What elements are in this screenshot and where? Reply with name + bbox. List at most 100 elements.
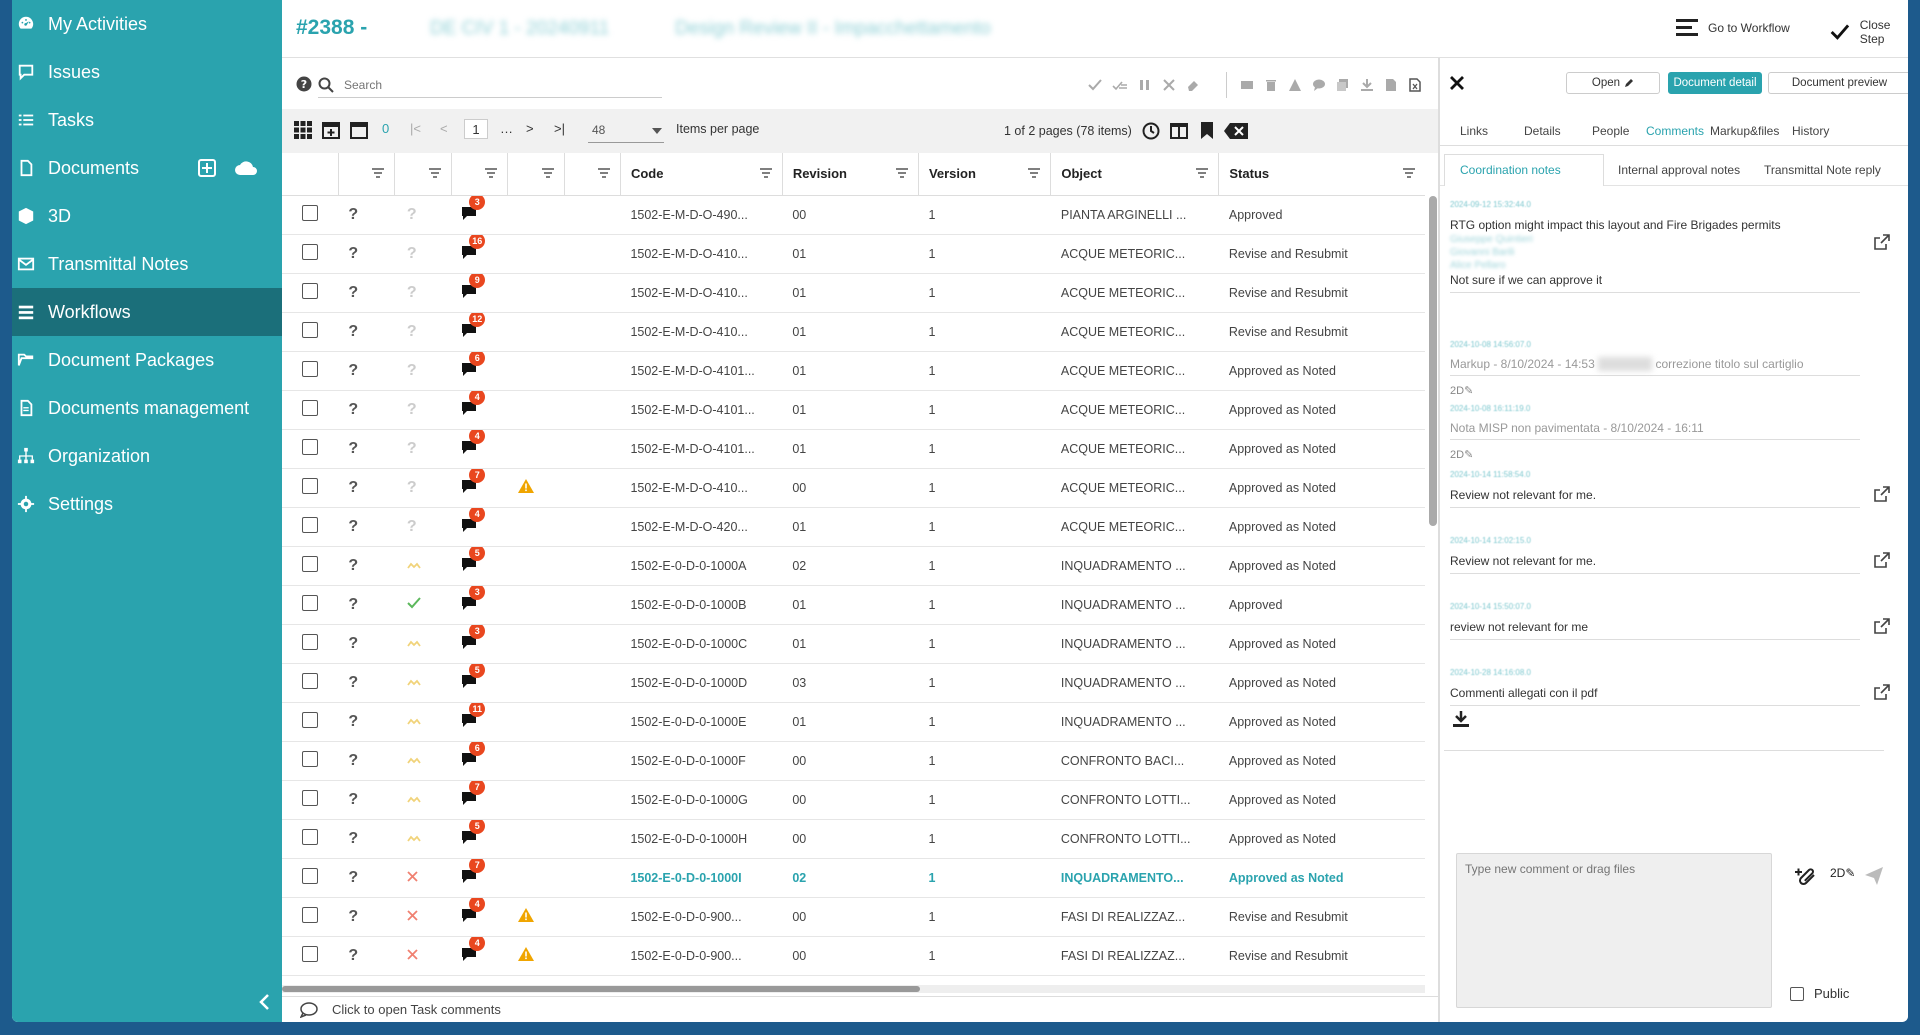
table-row[interactable]: ?? 7 1502-E-M-D-O-410... 00 1 ACQUE METEORIC.…: [282, 468, 1425, 508]
comments-icon[interactable]: 4: [461, 897, 486, 922]
tab-details[interactable]: Details: [1524, 124, 1561, 138]
add-square-icon[interactable]: [198, 159, 216, 177]
comments-icon[interactable]: 5: [461, 546, 486, 571]
filter-icon[interactable]: [597, 168, 610, 178]
columns-icon[interactable]: [1170, 122, 1188, 140]
subtab-transmittal-note-reply[interactable]: Transmittal Note reply: [1764, 163, 1881, 177]
filter-icon[interactable]: [759, 168, 772, 178]
close-step-button[interactable]: Close Step: [1830, 18, 1908, 46]
pause-icon[interactable]: [1138, 78, 1152, 92]
filter-icon[interactable]: [1196, 168, 1209, 178]
cloud-icon[interactable]: [234, 159, 258, 177]
filter-icon[interactable]: [372, 168, 385, 178]
row-checkbox[interactable]: [302, 907, 319, 923]
row-checkbox[interactable]: [302, 595, 319, 611]
comments-icon[interactable]: 4: [461, 936, 486, 961]
document-detail-button[interactable]: Document detail: [1668, 72, 1762, 94]
col-code[interactable]: Code: [620, 153, 783, 196]
table-row[interactable]: ?? 6 1502-E-M-D-O-4101... 01 1 ACQUE METEORIC…: [282, 351, 1425, 391]
comment-mention[interactable]: Giovanni Barili: [1450, 246, 1860, 259]
attach-file-icon[interactable]: [1794, 866, 1818, 888]
comment-mention[interactable]: Alice Pellaro: [1450, 259, 1860, 272]
row-checkbox[interactable]: [302, 751, 319, 767]
comments-icon[interactable]: 5: [461, 819, 486, 844]
sidebar-item-settings[interactable]: Settings: [12, 480, 282, 528]
add-2d-markup-icon[interactable]: 2D ✎: [1830, 866, 1855, 880]
comments-icon[interactable]: 9: [461, 273, 486, 298]
send-icon[interactable]: [1864, 866, 1884, 886]
public-checkbox[interactable]: [1790, 986, 1804, 1001]
comments-icon[interactable]: 12: [461, 312, 486, 337]
subtab-internal-approval-notes[interactable]: Internal approval notes: [1618, 163, 1740, 177]
clear-filters-icon[interactable]: [1224, 123, 1248, 139]
table-row[interactable]: ? 3 1502-E-0-D-0-1000C 01 1 INQUADRAMENTO ...…: [282, 624, 1425, 664]
col-version[interactable]: Version: [918, 153, 1052, 196]
approve-noted-icon[interactable]: [1112, 78, 1128, 92]
sidebar-item-documents-management[interactable]: Documents management: [12, 384, 282, 432]
sidebar-item-my-activities[interactable]: My Activities: [12, 0, 282, 48]
comments-icon[interactable]: 7: [461, 780, 486, 805]
row-checkbox[interactable]: [302, 712, 319, 728]
markup-2d-icon[interactable]: 2D✎: [1450, 448, 1860, 461]
tab-history[interactable]: History: [1792, 124, 1829, 138]
row-checkbox[interactable]: [302, 673, 319, 689]
row-checkbox[interactable]: [302, 634, 319, 650]
go-to-workflow-button[interactable]: Go to Workflow: [1676, 18, 1790, 38]
table-horizontal-scrollbar[interactable]: [282, 985, 1425, 993]
table-row[interactable]: ? 3 1502-E-0-D-0-1000B 01 1 INQUADRAMENTO ...…: [282, 585, 1425, 625]
download-icon[interactable]: [1360, 78, 1374, 92]
table-row[interactable]: ?? 3 1502-E-M-D-O-490... 00 1 PIANTA ARGINELL…: [282, 195, 1425, 235]
download-attachment-icon[interactable]: [1452, 710, 1470, 728]
bookmark-icon[interactable]: [1200, 121, 1214, 140]
comments-icon[interactable]: 4: [461, 390, 486, 415]
comment-mention[interactable]: Giuseppe Quintieri: [1450, 233, 1860, 246]
table-row[interactable]: ?? 4 1502-E-M-D-O-4101... 01 1 ACQUE METEORIC…: [282, 390, 1425, 430]
comments-icon[interactable]: 3: [461, 585, 486, 610]
sidebar-item-workflows[interactable]: Workflows: [12, 288, 282, 336]
row-checkbox[interactable]: [302, 205, 319, 221]
col-revision[interactable]: Revision: [782, 153, 919, 196]
table-row[interactable]: ? 7 1502-E-0-D-0-1000G 00 1 CONFRONTO LOTTI..…: [282, 780, 1425, 820]
comments-icon[interactable]: 5: [461, 663, 486, 688]
col-object[interactable]: Object: [1050, 153, 1220, 196]
markup-2d-icon[interactable]: 2D✎: [1450, 384, 1860, 397]
sidebar-item-documents[interactable]: Documents: [12, 144, 282, 192]
new-comment-input[interactable]: [1457, 854, 1771, 1007]
table-vertical-scrollbar[interactable]: [1429, 196, 1437, 526]
table-row[interactable]: ? 4 1502-E-0-D-0-900... 00 1 FASI DI REALIZZA…: [282, 936, 1425, 976]
tab-people[interactable]: People: [1592, 124, 1629, 138]
comments-icon[interactable]: 4: [461, 429, 486, 454]
row-checkbox[interactable]: [302, 517, 319, 533]
row-checkbox[interactable]: [302, 946, 319, 962]
row-checkbox[interactable]: [302, 361, 319, 377]
comments-icon[interactable]: 3: [461, 624, 486, 649]
open-external-icon[interactable]: [1874, 684, 1890, 700]
history-icon[interactable]: [1142, 122, 1160, 140]
table-row[interactable]: ? 7 1502-E-0-D-0-1000I 02 1 INQUADRAMENTO... A…: [282, 858, 1425, 898]
approve-icon[interactable]: [1088, 78, 1102, 92]
row-checkbox[interactable]: [302, 556, 319, 572]
comments-icon[interactable]: 4: [461, 507, 486, 532]
open-external-icon[interactable]: [1874, 552, 1890, 568]
sidebar-item-tasks[interactable]: Tasks: [12, 96, 282, 144]
document-preview-button[interactable]: Document preview: [1768, 72, 1908, 94]
chat-icon[interactable]: [1312, 78, 1326, 92]
subtab-coordination-notes[interactable]: Coordination notes: [1460, 163, 1561, 177]
filter-icon[interactable]: [1403, 168, 1415, 178]
row-checkbox[interactable]: [302, 244, 319, 260]
col-filter-3[interactable]: [451, 153, 509, 196]
copy-icon[interactable]: [1336, 78, 1350, 92]
calendar-add-icon[interactable]: [322, 120, 340, 139]
prev-page-icon[interactable]: <: [440, 121, 448, 136]
filter-icon[interactable]: [541, 168, 554, 178]
tab-links[interactable]: Links: [1460, 124, 1488, 138]
col-filter-4[interactable]: [507, 153, 565, 196]
open-external-icon[interactable]: [1874, 234, 1890, 250]
task-comments-bar[interactable]: Click to open Task comments: [282, 996, 1438, 1022]
search-input[interactable]: [342, 76, 592, 93]
sidebar-item-organization[interactable]: Organization: [12, 432, 282, 480]
pdf-icon[interactable]: [1384, 78, 1398, 92]
comments-icon[interactable]: 11: [461, 702, 486, 727]
filter-icon[interactable]: [428, 168, 441, 178]
warning-icon[interactable]: [1288, 78, 1302, 92]
